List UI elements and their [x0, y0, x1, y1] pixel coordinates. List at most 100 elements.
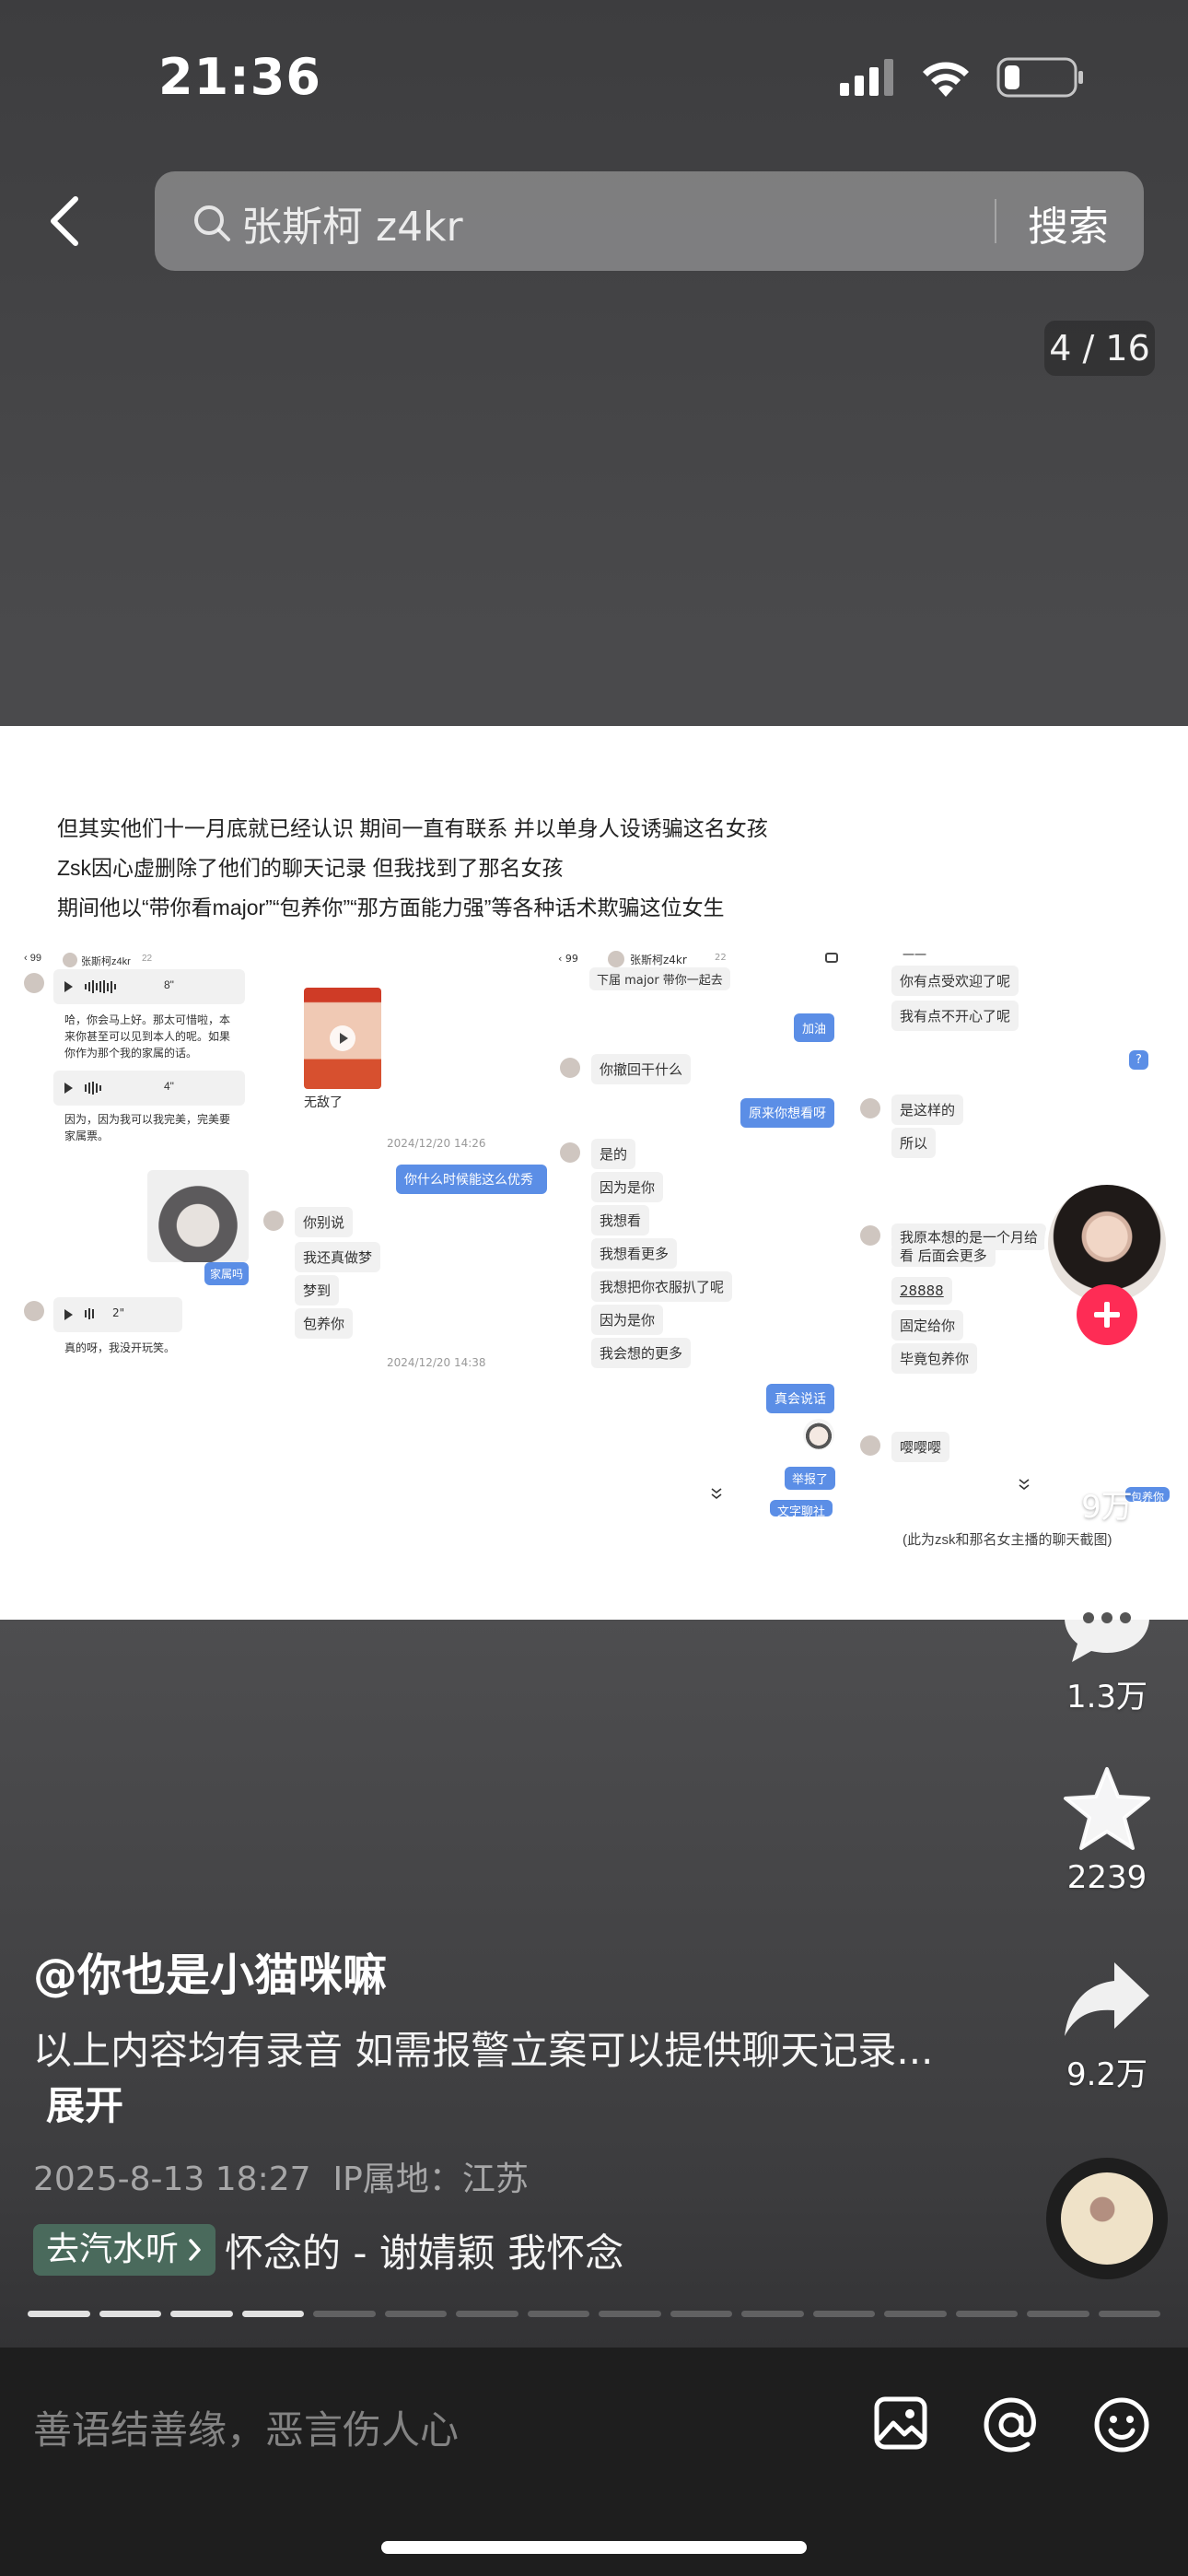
chat-bubble: 下届 major 带你一起去: [589, 967, 730, 990]
progress-segment: [313, 2311, 376, 2317]
qishui-badge[interactable]: 去汽水听: [33, 2224, 216, 2276]
post-image[interactable]: 但其实他们十一月底就已经认识 期间一直有联系 并以单身人设诱骗这名女孩 Zsk因…: [0, 726, 1188, 1620]
avatar: [24, 973, 44, 993]
progress-segment: [1098, 2311, 1160, 2317]
progress-segment: [170, 2311, 233, 2317]
chat-bubble: 因为是你: [591, 1172, 664, 1202]
progress-segment: [884, 2311, 947, 2317]
voice-transcript: 你作为那个我的家属的话。: [64, 1047, 198, 1060]
image-progress-bar: [28, 2311, 1160, 2317]
follow-button[interactable]: [1077, 1284, 1137, 1345]
chat-bubble: 包养你: [295, 1308, 354, 1339]
chat-header-name: 张斯柯z4kr: [630, 954, 687, 966]
search-icon: [194, 205, 230, 241]
page-counter: 4 / 16: [1044, 321, 1155, 376]
chat-bubble: 嘤嘤嘤: [891, 1432, 950, 1462]
voice-message: 8": [53, 969, 245, 1004]
chevron-left-icon: [51, 196, 78, 246]
chevron-down-icon: [711, 1488, 722, 1500]
home-indicator: [381, 2541, 807, 2554]
gift-video-thumbnail: [304, 988, 381, 1089]
comment-count: 1.3万: [1066, 1679, 1148, 1715]
avatar: [860, 1435, 880, 1456]
progress-segment: [527, 2311, 589, 2317]
progress-segment: [241, 2311, 304, 2317]
voice-duration: 2": [112, 1306, 125, 1319]
expand-link[interactable]: 展开: [46, 2083, 123, 2128]
comment-icon: [1065, 1583, 1149, 1662]
screenshot-footnote: (此为zsk和那名女主播的聊天截图): [903, 1532, 1112, 1548]
caption-line: 期间他以“带你看major”“包养你”“那方面能力强”等各种话术欺骗这位女生: [57, 896, 725, 919]
author-name[interactable]: @你也是小猫咪嘛: [33, 1938, 387, 2003]
post-description: 以上内容均有录音 如需报警立案可以提供聊天记录... 展开: [33, 2023, 936, 2134]
chat-text: 一一: [903, 949, 927, 963]
share-icon: [1065, 1962, 1149, 2036]
chat-bubble-blue: 文字聊社: [770, 1500, 833, 1516]
chat-screenshot-left: ‹ 99 张斯柯z4kr 22 8" 哈，你会马上好。那太可惜啦，本 来你甚至可…: [20, 953, 260, 1192]
wifi-icon: [923, 62, 969, 97]
video-call-icon: [825, 953, 838, 963]
chat-bubble: 我有点不开心了呢: [891, 1001, 1019, 1031]
avatar: [263, 1211, 284, 1231]
chat-bubble-blue: 举报了: [785, 1467, 836, 1490]
voice-transcript: 因为，因为我可以我完美，完美要: [64, 1113, 231, 1126]
chat-bubble-blue: 加油: [794, 1013, 835, 1042]
chat-bubble: 我会想的更多: [591, 1338, 692, 1368]
voice-duration: 4": [164, 1080, 174, 1093]
chat-bubble: 你有点受欢迎了呢: [891, 966, 1019, 996]
image-icon[interactable]: [873, 2395, 928, 2451]
voice-transcript: 真的呀，我没开玩笑。: [64, 1341, 176, 1354]
chat-bubble: 因为是你: [591, 1305, 664, 1335]
chat-bubble: 你撤回干什么: [591, 1054, 692, 1084]
progress-segment: [812, 2311, 875, 2317]
progress-segment: [955, 2311, 1018, 2317]
signal-icon: [840, 59, 893, 96]
progress-segment: [1027, 2311, 1089, 2317]
voice-transcript: 哈，你会马上好。那太可惜啦，本: [64, 1013, 231, 1026]
chat-bubble-blue: 你什么时候能这么优秀: [396, 1165, 547, 1194]
music-row: 去汽水听 怀念的 - 谢婧颖 我怀念: [33, 2224, 623, 2276]
status-time: 21:36: [158, 48, 321, 106]
search-bar[interactable]: 张斯柯 z4kr 搜索: [155, 171, 1144, 271]
heart-icon: [1063, 1390, 1151, 1472]
avatar: [560, 1142, 580, 1163]
music-title[interactable]: 怀念的 - 谢婧颖 我怀念: [225, 2222, 623, 2278]
chat-bubble: 是的: [591, 1139, 636, 1169]
progress-segment: [670, 2311, 732, 2317]
chat-bubble: 毕竟包养你: [891, 1343, 978, 1374]
search-input[interactable]: 张斯柯 z4kr: [241, 193, 463, 252]
like-button[interactable]: 9万: [1052, 1388, 1162, 1527]
progress-segment: [384, 2311, 447, 2317]
comment-bar: 善语结善缘，恶言伤人心: [0, 2348, 1188, 2576]
comment-button[interactable]: 1.3万: [1052, 1577, 1162, 1716]
post-meta: 2025-8-13 18:27 IP属地：江苏: [33, 2152, 529, 2200]
chat-timestamp: 2024/12/20 14:38: [387, 1356, 486, 1369]
search-button[interactable]: 搜索: [1028, 193, 1109, 252]
voice-message: 2": [53, 1297, 182, 1332]
music-disc[interactable]: [1046, 2158, 1168, 2279]
avatar: [860, 1098, 880, 1118]
chat-bubble: 我还真做梦: [295, 1242, 381, 1272]
favorite-button[interactable]: 2239: [1052, 1765, 1162, 1896]
header-count: 99: [565, 953, 578, 965]
chat-timestamp: 2024/12/20 14:26: [387, 1137, 486, 1150]
progress-segment: [456, 2311, 518, 2317]
avatar: [63, 953, 77, 967]
voice-duration: 8": [164, 978, 174, 991]
chat-bubble-blue: 家属吗: [204, 1262, 250, 1285]
back-button[interactable]: [37, 184, 92, 258]
status-icons: [840, 57, 1085, 98]
avatar: [860, 1225, 880, 1246]
emoji-icon[interactable]: [1092, 2395, 1151, 2454]
at-icon[interactable]: [982, 2395, 1041, 2454]
header-count: 99: [29, 953, 41, 964]
chat-header-name: 张斯柯z4kr: [81, 956, 131, 967]
voice-transcript: 来你甚至可以见到本人的呢。如果: [64, 1030, 231, 1043]
caption-line: 但其实他们十一月底就已经认识 期间一直有联系 并以单身人设诱骗这名女孩: [57, 816, 768, 840]
like-count: 9万: [1081, 1489, 1133, 1526]
caption-line: Zsk因心虚删除了他们的聊天记录 但我找到了那名女孩: [57, 856, 564, 880]
share-button[interactable]: 9.2万: [1052, 1955, 1162, 2094]
chat-bubble: 你别说: [295, 1207, 354, 1237]
gift-label: 无敌了: [304, 1095, 343, 1110]
comment-input[interactable]: 善语结善缘，恶言伤人心: [33, 2399, 459, 2455]
